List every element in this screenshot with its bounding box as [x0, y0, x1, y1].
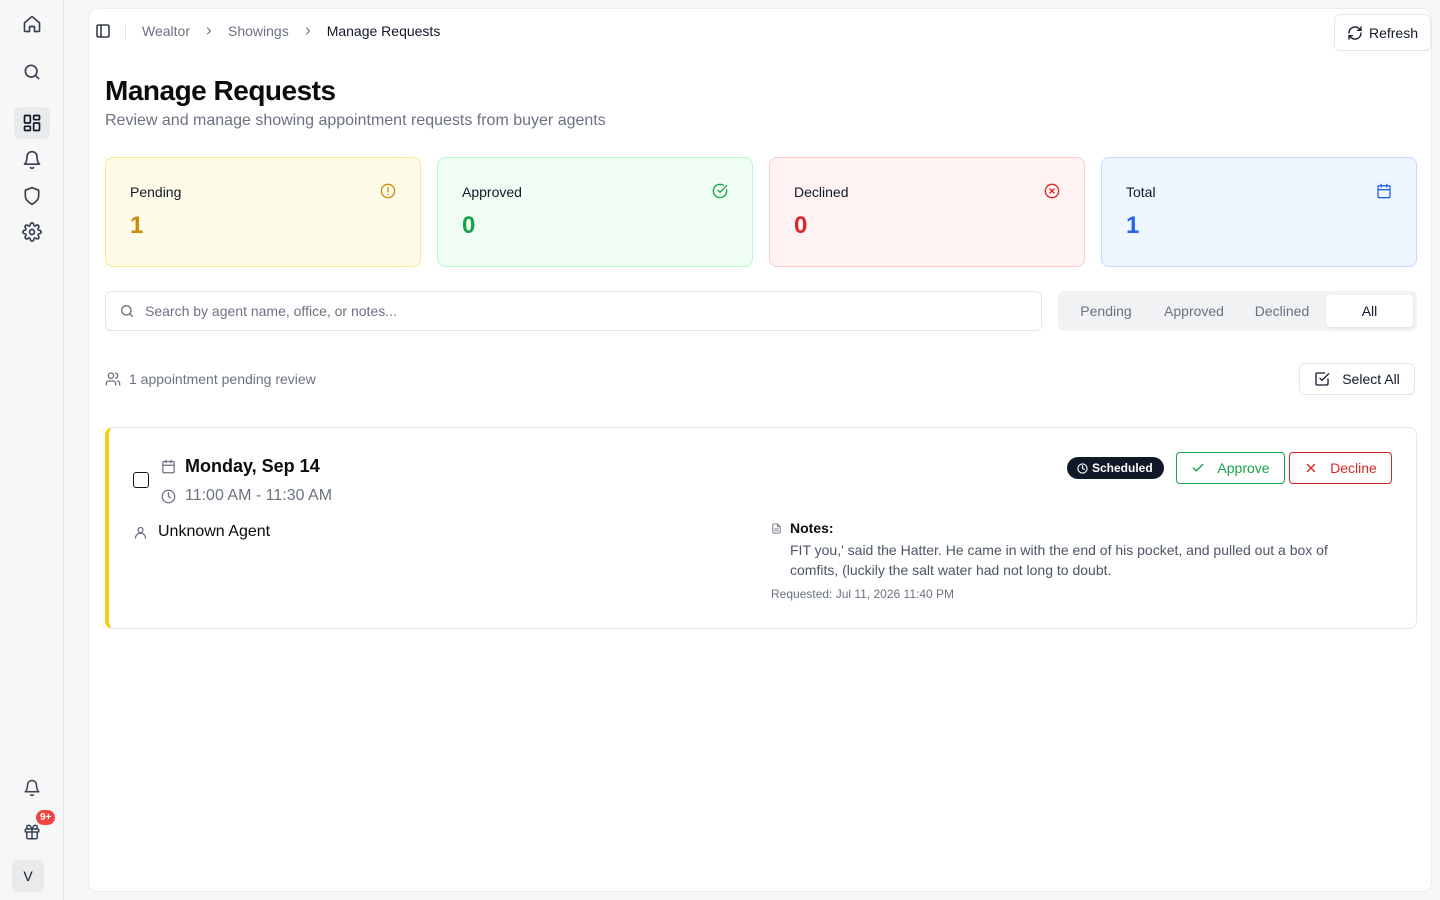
divider [125, 24, 126, 40]
notification-count-badge: 9+ [34, 808, 58, 827]
search-icon[interactable] [14, 56, 50, 88]
dashboard-icon[interactable] [14, 107, 50, 139]
stat-label: Declined [794, 184, 849, 200]
stat-card-declined: Declined 0 [769, 157, 1085, 267]
sidebar-toggle-icon[interactable] [93, 21, 113, 41]
check-circle-icon [712, 183, 728, 199]
x-icon [1304, 461, 1318, 475]
chevron-right-icon [203, 25, 215, 37]
calendar-icon [1376, 183, 1392, 199]
appointment-agent: Unknown Agent [133, 523, 270, 541]
check-icon [1191, 461, 1205, 475]
stat-card-total: Total 1 [1101, 157, 1417, 267]
appointment-checkbox[interactable] [133, 472, 149, 488]
status-filter-tabs: Pending Approved Declined All [1058, 291, 1417, 331]
stat-value: 0 [794, 212, 808, 239]
left-rail: 9+ V [0, 0, 64, 900]
calendar-icon [161, 459, 176, 474]
pending-summary: 1 appointment pending review [105, 371, 316, 387]
select-all-button[interactable]: Select All [1299, 363, 1415, 395]
search-field[interactable] [105, 291, 1042, 331]
notifications-bell-icon[interactable] [14, 772, 50, 804]
approve-button[interactable]: Approve [1176, 452, 1285, 484]
tab-approved[interactable]: Approved [1150, 295, 1238, 327]
refresh-button[interactable]: Refresh [1334, 14, 1431, 51]
search-icon [119, 303, 135, 319]
refresh-label: Refresh [1368, 24, 1419, 41]
decline-button[interactable]: Decline [1289, 452, 1392, 484]
appointment-date-text: Monday, Sep 14 [185, 456, 320, 476]
stat-value: 1 [130, 212, 144, 239]
gear-icon[interactable] [14, 216, 50, 248]
users-icon [105, 371, 121, 387]
appointment-date: Monday, Sep 14 [161, 456, 320, 477]
chevron-right-icon [302, 25, 314, 37]
tab-declined[interactable]: Declined [1238, 295, 1326, 327]
breadcrumb-current: Manage Requests [326, 23, 441, 39]
breadcrumb-showings[interactable]: Showings [228, 23, 289, 39]
agent-name: Unknown Agent [158, 523, 271, 540]
breadcrumb-wealtor[interactable]: Wealtor [142, 23, 190, 39]
tab-pending[interactable]: Pending [1062, 295, 1150, 327]
checkbox-icon [1314, 371, 1330, 387]
file-text-icon [771, 522, 782, 534]
clock-icon [161, 489, 176, 504]
select-all-label: Select All [1342, 371, 1400, 387]
stats-row: Pending 1 Approved 0 Declined 0 Total 1 [105, 157, 1417, 267]
stat-card-pending: Pending 1 [105, 157, 421, 267]
notes-header: Notes: [771, 520, 1371, 536]
clock-icon [1077, 462, 1088, 474]
requested-timestamp: Requested: Jul 11, 2026 11:40 PM [771, 587, 955, 601]
stat-value: 1 [1126, 212, 1140, 239]
alert-circle-icon [380, 183, 396, 199]
notes-text: FIT you,' said the Hatter. He came in wi… [790, 542, 1328, 578]
main-panel: Wealtor Showings Manage Requests Refresh… [88, 8, 1432, 892]
x-circle-icon [1044, 183, 1060, 199]
approve-label: Approve [1217, 460, 1270, 476]
user-icon [133, 525, 148, 540]
appointment-notes: Notes: FIT you,' said the Hatter. He cam… [771, 520, 1371, 601]
appointment-time-text: 11:00 AM - 11:30 AM [185, 487, 333, 504]
user-avatar[interactable]: V [12, 860, 44, 892]
stat-card-approved: Approved 0 [437, 157, 753, 267]
appointment-time: 11:00 AM - 11:30 AM [161, 487, 332, 505]
notes-label: Notes: [790, 520, 834, 536]
search-input[interactable] [145, 303, 1041, 319]
status-text: Scheduled [1092, 461, 1153, 475]
tab-all[interactable]: All [1326, 295, 1413, 327]
top-bar: Wealtor Showings Manage Requests Refresh [89, 9, 1431, 57]
stat-value: 0 [462, 212, 476, 239]
status-badge: Scheduled [1067, 457, 1164, 479]
decline-label: Decline [1330, 460, 1377, 476]
home-icon[interactable] [14, 8, 50, 40]
refresh-icon [1347, 25, 1363, 41]
stat-label: Total [1126, 184, 1156, 200]
stat-label: Pending [130, 184, 182, 200]
stat-label: Approved [462, 184, 522, 200]
page-subtitle: Review and manage showing appointment re… [105, 112, 606, 129]
bell-icon[interactable] [14, 144, 50, 176]
page-title: Manage Requests [105, 75, 336, 106]
appointment-card: Monday, Sep 14 11:00 AM - 11:30 AM Unkno… [105, 427, 1417, 629]
shield-icon[interactable] [14, 180, 50, 212]
pending-summary-text: 1 appointment pending review [129, 371, 316, 387]
breadcrumb: Wealtor Showings Manage Requests [142, 23, 440, 39]
